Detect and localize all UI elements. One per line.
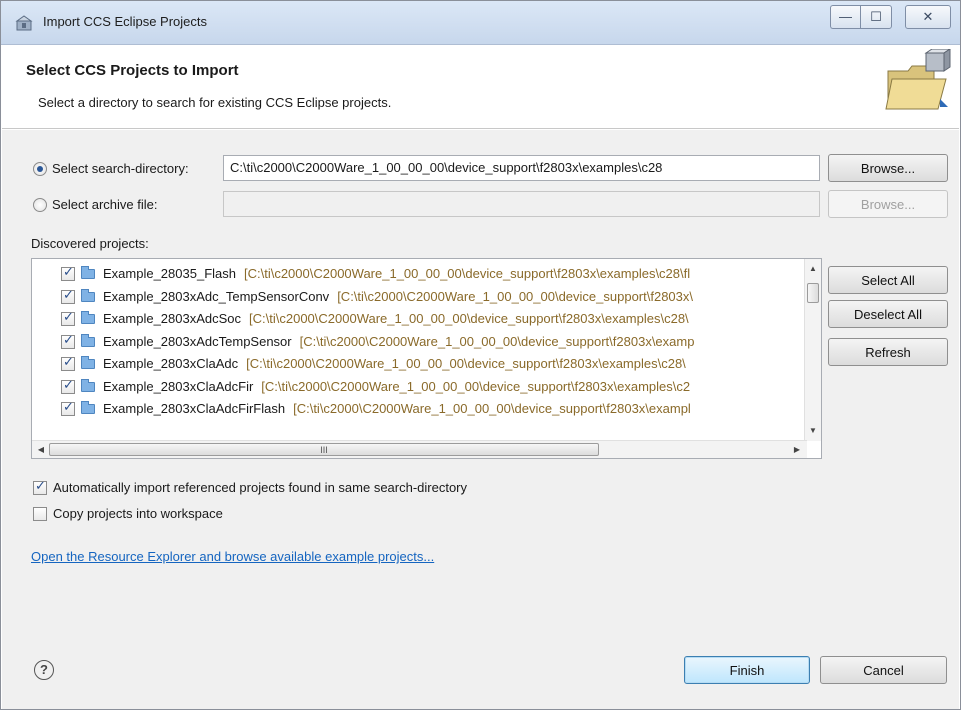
project-folder-icon [81, 333, 95, 347]
maximize-button[interactable]: ☐ [860, 5, 892, 29]
close-icon: ✕ [922, 9, 934, 24]
project-path: [C:\ti\c2000\C2000Ware_1_00_00_00\device… [243, 266, 691, 281]
project-path: [C:\ti\c2000\C2000Ware_1_00_00_00\device… [261, 378, 691, 394]
horizontal-scroll-thumb[interactable]: III [49, 443, 599, 456]
project-path: [C:\ti\c2000\C2000Ware_1_00_00_00\device… [299, 333, 695, 349]
finish-button[interactable]: Finish [684, 656, 810, 684]
import-dialog: Import CCS Eclipse Projects — ☐ ✕ Select… [0, 0, 961, 710]
archive-file-radio[interactable] [33, 198, 47, 212]
project-row[interactable]: Example_2803xAdcSoc [C:\ti\c2000\C2000War… [32, 308, 807, 330]
archive-file-input[interactable] [223, 191, 820, 217]
project-label: Example_2803xAdc_TempSensorConv [C:\ti\c2… [103, 289, 693, 304]
minimize-button[interactable]: — [830, 5, 860, 29]
project-row[interactable]: Example_2803xClaAdcFir [C:\ti\c2000\C2000… [32, 376, 807, 398]
project-folder-icon [81, 288, 95, 302]
resource-explorer-link[interactable]: Open the Resource Explorer and browse av… [31, 549, 434, 564]
help-icon[interactable]: ? [34, 660, 54, 680]
project-name: Example_28035_Flash [103, 266, 236, 281]
project-path: [C:\ti\c2000\C2000Ware_1_00_00_00\device… [246, 356, 686, 371]
wizard-body: Select search-directory: C:\ti\c2000\C20… [2, 130, 959, 637]
project-label: Example_2803xClaAdc [C:\ti\c2000\C2000War… [103, 356, 686, 371]
copy-projects-checkbox[interactable] [33, 507, 47, 521]
scroll-right-icon[interactable]: ▶ [789, 441, 805, 458]
cancel-button[interactable]: Cancel [820, 656, 947, 684]
projects-list[interactable]: Example_28035_Flash [C:\ti\c2000\C2000War… [31, 258, 822, 459]
close-button[interactable]: ✕ [905, 5, 951, 29]
project-name: Example_2803xAdcSoc [103, 311, 242, 326]
project-row[interactable]: Example_2803xClaAdcFirFlash [C:\ti\c2000\… [32, 398, 807, 420]
auto-import-checkbox[interactable] [33, 479, 47, 495]
project-name: Example_2803xAdcTempSensor [103, 333, 292, 349]
refresh-button[interactable]: Refresh [828, 338, 948, 366]
project-checkbox[interactable] [61, 310, 75, 326]
horizontal-scrollbar[interactable]: ◀ III ▶ [32, 440, 807, 458]
project-path: [C:\ti\c2000\C2000Ware_1_00_00_00\device… [249, 311, 689, 326]
project-checkbox[interactable] [61, 288, 75, 304]
project-label: Example_2803xAdcTempSensor [C:\ti\c2000\C… [103, 334, 694, 349]
vertical-scrollbar[interactable]: ▲ ▼ [804, 259, 821, 441]
project-label: Example_28035_Flash [C:\ti\c2000\C2000War… [103, 266, 690, 281]
project-path: [C:\ti\c2000\C2000Ware_1_00_00_00\device… [293, 401, 691, 416]
project-label: Example_2803xClaAdcFirFlash [C:\ti\c2000\… [103, 401, 691, 416]
project-folder-icon [81, 311, 95, 324]
search-directory-label: Select search-directory: [52, 161, 189, 176]
vertical-scroll-thumb[interactable] [807, 283, 819, 303]
project-checkbox[interactable] [61, 400, 75, 416]
project-row[interactable]: Example_2803xAdcTempSensor [C:\ti\c2000\C… [32, 331, 807, 353]
folder-import-icon [885, 49, 951, 110]
wizard-footer: ? Finish Cancel [2, 637, 959, 709]
project-name: Example_2803xAdc_TempSensorConv [103, 288, 330, 304]
maximize-icon: ☐ [870, 9, 882, 24]
project-checkbox[interactable] [61, 355, 75, 371]
wizard-header: Select CCS Projects to Import Select a d… [2, 45, 959, 129]
project-row[interactable]: Example_2803xAdc_TempSensorConv [C:\ti\c2… [32, 286, 807, 308]
scroll-up-icon[interactable]: ▲ [805, 261, 821, 277]
window-title: Import CCS Eclipse Projects [43, 14, 207, 29]
project-folder-icon [81, 356, 95, 369]
project-row[interactable]: Example_28035_Flash [C:\ti\c2000\C2000War… [32, 263, 807, 285]
browse-archive-button[interactable]: Browse... [828, 190, 948, 218]
project-checkbox[interactable] [61, 378, 75, 394]
page-title: Select CCS Projects to Import [26, 62, 239, 79]
project-checkbox[interactable] [61, 265, 75, 281]
project-label: Example_2803xAdcSoc [C:\ti\c2000\C2000War… [103, 311, 689, 326]
project-folder-icon [81, 378, 95, 392]
project-checkbox[interactable] [61, 333, 75, 349]
project-name: Example_2803xClaAdc [103, 356, 239, 371]
project-folder-icon [81, 401, 95, 414]
auto-import-label: Automatically import referenced projects… [53, 480, 468, 495]
page-description: Select a directory to search for existin… [38, 95, 392, 110]
browse-directory-button[interactable]: Browse... [828, 154, 948, 182]
eclipse-import-icon [15, 15, 33, 31]
archive-file-label: Select archive file: [52, 197, 158, 212]
search-directory-radio[interactable] [33, 162, 47, 176]
select-all-button[interactable]: Select All [828, 266, 948, 294]
project-path: [C:\ti\c2000\C2000Ware_1_00_00_00\device… [337, 288, 694, 304]
project-label: Example_2803xClaAdcFir [C:\ti\c2000\C2000… [103, 379, 690, 394]
search-directory-input[interactable]: C:\ti\c2000\C2000Ware_1_00_00_00\device_… [223, 155, 820, 181]
scroll-down-icon[interactable]: ▼ [805, 423, 821, 439]
scroll-left-icon[interactable]: ◀ [33, 441, 49, 458]
deselect-all-button[interactable]: Deselect All [828, 300, 948, 328]
title-bar[interactable]: Import CCS Eclipse Projects — ☐ ✕ [1, 1, 960, 45]
copy-projects-label: Copy projects into workspace [53, 506, 223, 521]
project-folder-icon [81, 266, 95, 279]
minimize-icon: — [839, 9, 852, 24]
project-name: Example_2803xClaAdcFirFlash [103, 401, 286, 416]
project-name: Example_2803xClaAdcFir [103, 378, 254, 394]
discovered-projects-label: Discovered projects: [31, 236, 149, 251]
project-row[interactable]: Example_2803xClaAdc [C:\ti\c2000\C2000War… [32, 353, 807, 375]
